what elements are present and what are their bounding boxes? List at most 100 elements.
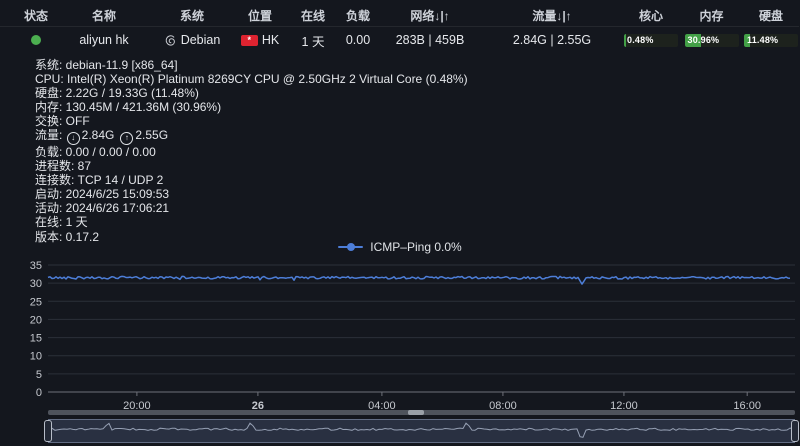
server-monitor-page: 状态 名称 系统 位置 在线 负载 网络↓|↑ 流量↓|↑ 核心 内存 硬盘 a… [0, 0, 800, 446]
detail-value: 2024/6/26 17:06:21 [65, 201, 170, 216]
server-row[interactable]: aliyun hk Debian * HK 1 天 0.00 283B | 45… [0, 28, 799, 52]
detail-line: 负载: 0.00 / 0.00 / 0.00 [35, 145, 775, 159]
detail-value: 130.45M / 421.36M (30.96%) [65, 100, 222, 115]
network-rate: 283B | 459B [395, 33, 465, 47]
detail-label: 连接数: [35, 173, 78, 188]
header-load: 负载 [345, 9, 370, 23]
detail-label: 活动: [35, 201, 66, 216]
header-core: 核心 [638, 9, 663, 23]
datazoom-left-handle[interactable] [44, 420, 52, 442]
svg-text:15: 15 [30, 333, 42, 345]
detail-line: 在线: 1 天 [35, 215, 775, 229]
detail-label: 硬盘: [35, 86, 66, 101]
detail-value: 87 [77, 159, 92, 174]
core-bar-fill [624, 33, 626, 47]
detail-label: 负载: [35, 144, 66, 159]
detail-value: 2024/6/25 15:09:53 [65, 187, 170, 202]
svg-text:30: 30 [30, 278, 42, 290]
server-name: aliyun hk [79, 33, 129, 47]
detail-label: 在线: [35, 215, 66, 230]
detail-line: 活动: 2024/6/26 17:06:21 [35, 201, 775, 215]
horizontal-scrollbar[interactable] [48, 410, 795, 415]
core-usage-bar: 0.48% [624, 33, 678, 47]
memory-usage-bar: 30.96% [684, 33, 739, 47]
svg-text:35: 35 [30, 260, 42, 272]
header-memory: 内存 [699, 9, 724, 23]
header-disk: 硬盘 [758, 9, 783, 23]
legend-icmp-ping[interactable]: ICMP–Ping 0.0% [0, 239, 800, 254]
svg-text:25: 25 [30, 296, 42, 308]
svg-text:20:00: 20:00 [123, 400, 151, 410]
memory-cell: 30.96% [680, 33, 743, 47]
detail-value: TCP 14 / UDP 2 [77, 173, 164, 188]
os-label: Debian [180, 33, 221, 47]
detail-label: 流量: [35, 128, 66, 143]
table-header: 状态 名称 系统 位置 在线 负载 网络↓|↑ 流量↓|↑ 核心 内存 硬盘 [0, 5, 799, 27]
legend-line-marker [338, 242, 364, 251]
svg-text:20: 20 [30, 314, 42, 326]
load-value: 0.00 [345, 33, 371, 47]
debian-icon [164, 34, 177, 47]
detail-line: 系统: debian-11.9 [x86_64] [35, 58, 775, 72]
detail-value: 2.22G / 19.33G (11.48%) [65, 86, 199, 101]
detail-label: 交换: [35, 114, 66, 129]
memory-bar-label: 30.96% [687, 34, 720, 45]
datazoom-slider[interactable] [48, 419, 795, 443]
disk-usage-bar: 11.48% [744, 33, 798, 47]
detail-value: 0.00 / 0.00 / 0.00 [65, 144, 156, 159]
detail-label: 进程数: [35, 159, 78, 174]
download-circle-icon: ↓ [66, 131, 80, 145]
legend-label: ICMP–Ping 0.0% [370, 239, 462, 254]
datazoom-right-handle[interactable] [791, 420, 799, 442]
svg-text:08:00: 08:00 [489, 400, 517, 410]
detail-value: 1 天 [65, 215, 88, 230]
traffic-upload-value: 2.55G [135, 128, 169, 143]
legend-dot-icon [347, 242, 356, 251]
disk-bar-label: 11.48% [747, 34, 779, 45]
svg-text:5: 5 [36, 369, 42, 381]
hk-flag-icon: * [240, 34, 258, 46]
location-cell: * HK [232, 33, 288, 47]
detail-line: 流量: ↓ 2.84G ↑ 2.55G [35, 128, 775, 145]
detail-line: CPU: Intel(R) Xeon(R) Platinum 8269CY CP… [35, 72, 775, 86]
scrollbar-thumb[interactable] [408, 410, 424, 415]
detail-line: 硬盘: 2.22G / 19.33G (11.48%) [35, 86, 775, 100]
svg-text:12:00: 12:00 [610, 400, 638, 410]
detail-value: Intel(R) Xeon(R) Platinum 8269CY CPU @ 2… [67, 72, 468, 87]
traffic-download-value: 2.84G [81, 128, 115, 143]
location-label: HK [261, 33, 280, 47]
svg-text:26: 26 [252, 400, 264, 410]
status-cell [16, 35, 56, 45]
header-online: 在线 [300, 9, 325, 23]
svg-text:10: 10 [30, 351, 42, 363]
svg-text:16:00: 16:00 [733, 400, 761, 410]
server-details: 系统: debian-11.9 [x86_64] CPU: Intel(R) Xe… [35, 58, 775, 244]
online-duration: 1 天 [301, 34, 325, 49]
os-cell: Debian [152, 33, 232, 47]
online-status-dot [31, 35, 41, 45]
header-traffic: 流量↓|↑ [532, 9, 572, 23]
detail-line: 内存: 130.45M / 421.36M (30.96%) [35, 100, 775, 114]
header-name: 名称 [91, 9, 116, 23]
datazoom-shadow-chart [48, 422, 794, 438]
ping-chart: 0 5 10 15 20 25 30 35 20:00 26 04:00 08:00 12:00 16:0… [30, 260, 795, 410]
traffic-total: 2.84G | 2.55G [512, 33, 592, 47]
upload-circle-icon: ↑ [120, 131, 134, 145]
header-status: 状态 [23, 9, 48, 23]
core-cell: 0.48% [622, 33, 680, 47]
detail-line: 启动: 2024/6/25 15:09:53 [35, 187, 775, 201]
detail-label: CPU: [35, 72, 68, 87]
detail-label: 内存: [35, 100, 66, 115]
header-location: 位置 [247, 9, 272, 23]
header-system: 系统 [179, 9, 204, 23]
svg-text:04:00: 04:00 [368, 400, 396, 410]
detail-label: 系统: [35, 58, 66, 72]
svg-text:0: 0 [36, 387, 42, 399]
detail-line: 连接数: TCP 14 / UDP 2 [35, 173, 775, 187]
header-network: 网络↓|↑ [410, 9, 450, 23]
detail-line: 进程数: 87 [35, 159, 775, 173]
detail-value: debian-11.9 [x86_64] [65, 58, 178, 72]
detail-line: 交换: OFF [35, 114, 775, 128]
core-bar-label: 0.48% [627, 34, 654, 45]
disk-cell: 11.48% [743, 33, 799, 47]
